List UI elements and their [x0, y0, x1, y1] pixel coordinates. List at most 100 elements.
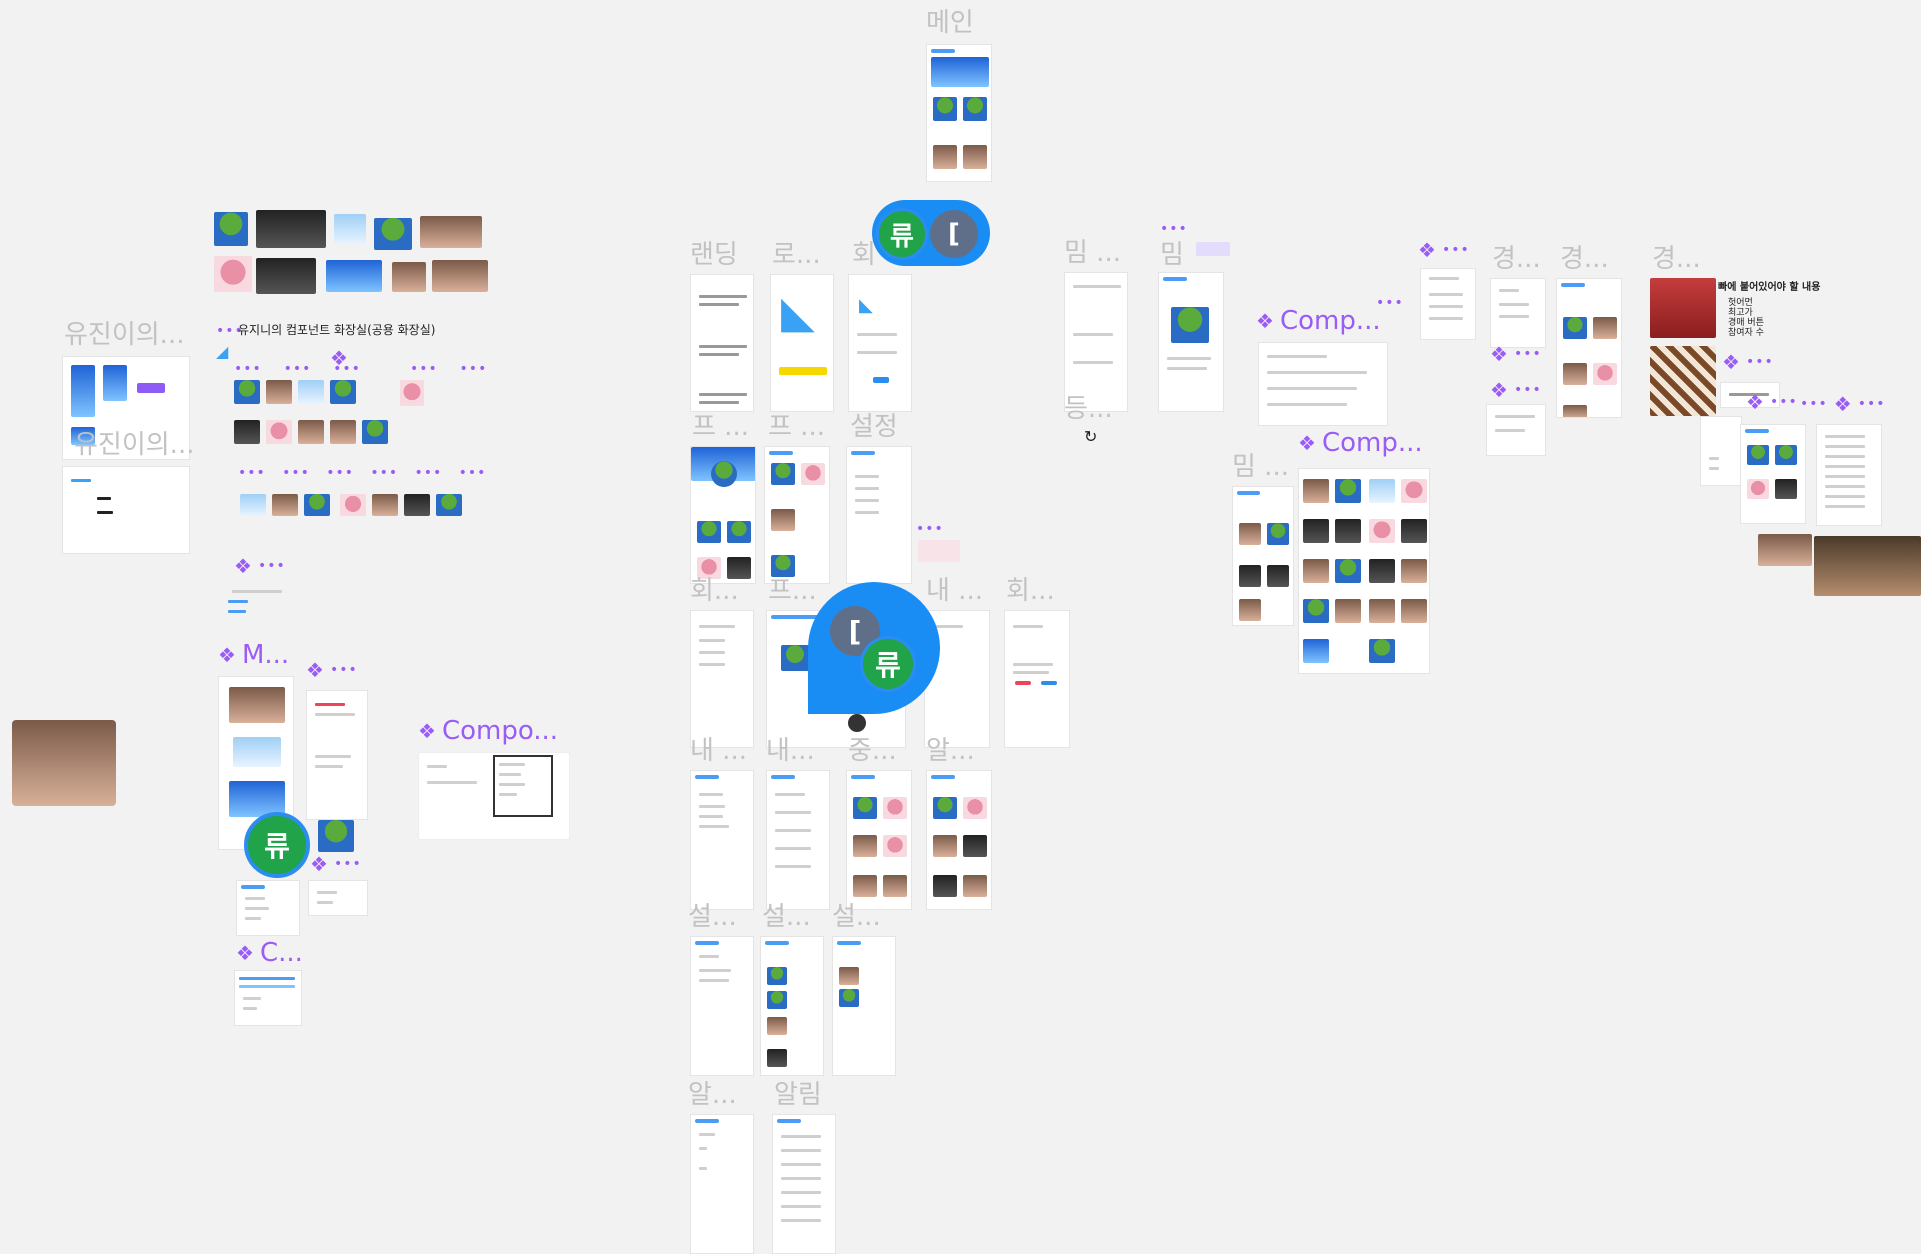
component-diamond-icon[interactable]: ❖ •••: [306, 660, 358, 680]
photo[interactable]: [1758, 534, 1812, 566]
frame-profile[interactable]: [690, 446, 756, 584]
frame-login[interactable]: ◣: [770, 274, 834, 412]
component-thumb[interactable]: [234, 420, 260, 444]
meme-image[interactable]: [256, 210, 326, 248]
frame-label-alarm[interactable]: 알림: [774, 1082, 822, 1108]
refresh-icon[interactable]: ↻: [1084, 427, 1097, 446]
meme-image[interactable]: [318, 820, 354, 852]
component-label-c[interactable]: ❖ C...: [236, 940, 303, 966]
frame-settings[interactable]: [846, 446, 912, 584]
frame-bid-history[interactable]: [1816, 424, 1882, 526]
design-canvas[interactable]: 메인 류 [ 유진이의... 유진이의... ••• 유지니의 컴포넌트 화장실…: [0, 0, 1921, 1254]
meme-image[interactable]: [334, 214, 366, 244]
pattern-image[interactable]: [1650, 346, 1716, 416]
frame-label-profile[interactable]: 프 ...: [768, 414, 825, 440]
frame-label-alarm[interactable]: 알...: [688, 1082, 737, 1108]
collaborator-avatar[interactable]: 류: [876, 208, 928, 260]
frame-alarm[interactable]: [926, 770, 992, 910]
frame-label-mine[interactable]: 내 ...: [926, 578, 983, 604]
component-thumb[interactable]: [234, 380, 260, 404]
frame-label-meme[interactable]: 밈 ...: [1232, 454, 1289, 480]
kakao-login-button[interactable]: [779, 367, 827, 375]
more-dots-icon[interactable]: •••: [916, 522, 944, 536]
meme-image[interactable]: [420, 216, 482, 248]
frame-c-component[interactable]: [234, 970, 302, 1026]
sticker[interactable]: [918, 540, 960, 562]
frame-setting-1[interactable]: [690, 936, 754, 1076]
auction-booth-image[interactable]: [1650, 278, 1716, 338]
frame-landing[interactable]: [690, 274, 754, 412]
frame-member[interactable]: [690, 610, 754, 748]
frame-label-main[interactable]: 메인: [926, 10, 974, 36]
more-dots-icon[interactable]: •••: [1376, 296, 1404, 310]
component-thumb[interactable]: [330, 380, 356, 404]
frame-label-profile[interactable]: 프...: [768, 578, 817, 604]
button[interactable]: [1041, 681, 1057, 685]
frame-label-profile[interactable]: 프 ...: [692, 414, 749, 440]
component-label-compo[interactable]: ❖ Compo...: [418, 718, 558, 744]
frame-label-mine[interactable]: 내...: [766, 738, 815, 764]
frame-label-member[interactable]: 회...: [690, 578, 739, 604]
frame-auction-list[interactable]: [1556, 278, 1622, 418]
frame-label-member[interactable]: 회...: [1006, 578, 1055, 604]
component-thumb[interactable]: [240, 494, 266, 516]
component-thumb[interactable]: [400, 380, 424, 406]
frame-alarm-3[interactable]: [772, 1114, 836, 1254]
frame-label-landing[interactable]: 랜딩: [690, 242, 738, 268]
frame-bid-list[interactable]: [1740, 424, 1806, 524]
frame-label-signup[interactable]: 회: [852, 242, 876, 268]
frame-component-detail[interactable]: [306, 690, 368, 820]
frame-label-settings[interactable]: 설정: [850, 414, 898, 440]
small-avatar[interactable]: [848, 714, 866, 732]
component-thumb[interactable]: [298, 420, 324, 444]
frame-meme[interactable]: [1064, 272, 1128, 412]
frame-compo[interactable]: [418, 752, 570, 840]
frame-alarm-2[interactable]: [690, 1114, 754, 1254]
frame-mini[interactable]: [1700, 416, 1742, 486]
frame-menu[interactable]: [236, 880, 300, 936]
dropdown-preview[interactable]: [493, 755, 553, 817]
component-thumb[interactable]: [272, 494, 298, 516]
frame-label-auction[interactable]: 경...: [1492, 246, 1541, 272]
component-diamond-icon[interactable]: ❖ •••: [234, 556, 286, 576]
component-diamond-icon[interactable]: ❖ •••: [310, 854, 362, 874]
component-thumb[interactable]: [266, 420, 292, 444]
component-diamond-icon[interactable]: ❖ •••: [1490, 344, 1542, 364]
component-diamond-icon[interactable]: ••• ❖ •••: [1800, 394, 1886, 414]
component-thumb[interactable]: [404, 494, 430, 516]
component-label-m[interactable]: ❖ M...: [218, 642, 289, 668]
frame-label-mine[interactable]: 내 ...: [690, 738, 747, 764]
frame-mine-list[interactable]: [690, 770, 754, 910]
frame-small[interactable]: [308, 880, 368, 916]
photo[interactable]: [1814, 536, 1921, 596]
component-diamond-icon[interactable]: ❖ •••: [1418, 240, 1470, 260]
component-label-comp[interactable]: ❖ Comp...: [1256, 308, 1381, 334]
component-diamond-icon[interactable]: ❖ •••: [1746, 392, 1798, 412]
frame-label-register[interactable]: 등...: [1064, 396, 1113, 422]
meme-image[interactable]: [214, 212, 248, 246]
frame-label-yujin[interactable]: 유진이의...: [74, 432, 194, 458]
frame-label-alarm[interactable]: 알...: [926, 738, 975, 764]
frame-label-yujin[interactable]: 유진이의...: [64, 322, 184, 348]
meme-image[interactable]: [392, 262, 426, 292]
frame-member-2[interactable]: [1004, 610, 1070, 748]
meme-image[interactable]: [326, 260, 382, 292]
frame-main[interactable]: [926, 44, 992, 182]
frame-comp-1[interactable]: [1258, 342, 1388, 426]
component-thumb[interactable]: [340, 494, 366, 516]
component-diamond-icon[interactable]: ❖ •••: [1490, 380, 1542, 400]
more-dots-icon[interactable]: ••• ••• ••• ••• •••: [234, 362, 487, 376]
frame-label-meme[interactable]: 밈: [1160, 242, 1184, 268]
frame-mine-detail[interactable]: [766, 770, 830, 910]
collaborator-avatar[interactable]: [: [930, 210, 978, 258]
component-thumb[interactable]: [266, 380, 292, 404]
meme-image[interactable]: [432, 260, 488, 292]
frame-label-meme[interactable]: 밈 ...: [1064, 240, 1121, 266]
frame-label-setting[interactable]: 설...: [688, 904, 737, 930]
component-thumb[interactable]: [304, 494, 330, 516]
frame-auction-1[interactable]: [1490, 278, 1546, 348]
frame-comp-2[interactable]: [1298, 468, 1430, 674]
frame-auction-item[interactable]: [1420, 268, 1476, 340]
meme-image[interactable]: [256, 258, 316, 294]
meme-image[interactable]: [374, 218, 412, 250]
